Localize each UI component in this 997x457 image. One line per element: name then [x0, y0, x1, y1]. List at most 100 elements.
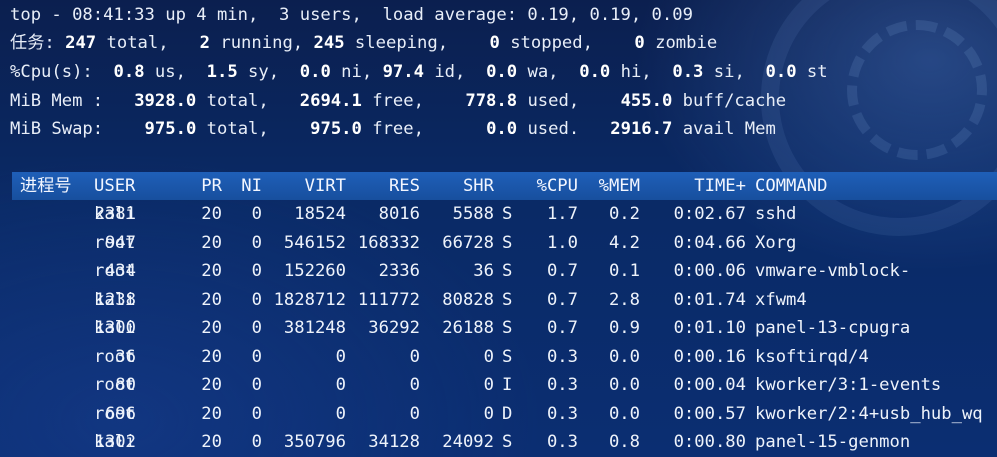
mem-line: MiB Mem : 3928.0 total, 2694.1 free, 778…: [10, 91, 787, 111]
terminal-window[interactable]: top - 08:41:33 up 4 min, 3 users, load a…: [0, 0, 997, 457]
tasks-total-label: total,: [106, 33, 169, 53]
cell-s: S: [502, 261, 513, 281]
cell-ni: 0: [251, 318, 262, 338]
cell-mem: 0.0: [608, 346, 640, 367]
cell-command: xfwm4: [755, 289, 807, 310]
column-header-pid[interactable]: 进程号: [20, 172, 72, 200]
cell-res: 2336: [378, 261, 420, 281]
column-header-cpu[interactable]: %CPU: [520, 172, 578, 200]
cell-virt: 0: [335, 403, 346, 424]
column-header-shr[interactable]: SHR: [420, 172, 494, 200]
cpu-id-value: 97.4: [382, 62, 424, 82]
column-header-res[interactable]: RES: [346, 172, 420, 200]
cell-virt: 546152: [283, 232, 346, 253]
cell-res: 168332: [357, 232, 420, 253]
cell-mem: 0.1: [608, 261, 640, 281]
cell-pr: 20: [201, 204, 222, 224]
cell-user: kali: [94, 204, 136, 224]
cell-time: 0:04.66: [673, 232, 746, 253]
cell-pr: 20: [201, 375, 222, 395]
cpu-label: %Cpu(s):: [10, 62, 93, 82]
cell-cpu: 0.7: [546, 261, 578, 281]
cell-cpu: 0.7: [546, 318, 578, 338]
cell-ni: 0: [251, 261, 262, 281]
cpu-us-value: 0.8: [113, 62, 145, 82]
cell-cpu: 0.3: [546, 403, 578, 424]
cell-mem: 0.0: [608, 375, 640, 395]
tasks-label: 任务:: [10, 33, 55, 53]
column-header-command[interactable]: COMMAND: [755, 172, 827, 200]
cell-shr: 24092: [442, 432, 494, 452]
cell-cpu: 1.0: [546, 232, 578, 253]
cell-virt: 0: [335, 375, 346, 395]
cell-res: 111772: [357, 289, 420, 310]
cell-time: 0:00.06: [673, 261, 746, 281]
cell-s: S: [502, 289, 513, 310]
cpu-line: %Cpu(s): 0.8 us, 1.5 sy, 0.0 ni, 97.4 id…: [10, 62, 828, 82]
cell-ni: 0: [251, 346, 262, 367]
tasks-stopped-value: 0: [489, 33, 500, 53]
cell-mem: 0.8: [608, 432, 640, 452]
cell-cpu: 0.7: [546, 289, 578, 310]
cell-res: 0: [409, 403, 420, 424]
column-header-virt[interactable]: VIRT: [266, 172, 346, 200]
cpu-hi-value: 0.0: [579, 62, 611, 82]
cell-pr: 20: [201, 289, 222, 310]
cell-s: I: [502, 375, 513, 395]
cell-cpu: 0.3: [546, 375, 578, 395]
cell-shr: 0: [483, 403, 494, 424]
cell-s: S: [502, 232, 513, 253]
cell-s: S: [502, 346, 513, 367]
cell-ni: 0: [251, 375, 262, 395]
column-header-user[interactable]: USER: [94, 172, 135, 200]
column-header-time[interactable]: TIME+: [644, 172, 746, 200]
cell-command: ksoftirqd/4: [755, 346, 869, 367]
cell-user: root: [94, 232, 136, 253]
cell-user: kali: [94, 318, 136, 338]
cell-mem: 2.8: [608, 289, 640, 310]
background-gear-decoration: [847, 20, 987, 160]
cell-virt: 381248: [283, 318, 346, 338]
cell-command: Xorg: [755, 232, 797, 253]
cell-cpu: 1.7: [546, 204, 578, 224]
cell-shr: 26188: [442, 318, 494, 338]
cpu-si-value: 0.3: [672, 62, 704, 82]
cell-command: kworker/3:1-events: [755, 375, 942, 395]
cell-shr: 66728: [442, 232, 494, 253]
cell-mem: 0.0: [608, 403, 640, 424]
cell-shr: 80828: [442, 289, 494, 310]
swap-avail-value: 2916.7: [610, 119, 673, 139]
column-header-ni[interactable]: NI: [226, 172, 262, 200]
swap-free-value: 975.0: [310, 119, 362, 139]
tasks-zombie-label: zombie: [655, 33, 718, 53]
cell-res: 0: [409, 375, 420, 395]
cell-ni: 0: [251, 432, 262, 452]
cell-shr: 5588: [452, 204, 494, 224]
column-header-mem[interactable]: %MEM: [582, 172, 640, 200]
cell-time: 0:00.16: [673, 346, 746, 367]
cell-user: root: [94, 403, 136, 424]
cell-virt: 0: [335, 346, 346, 367]
cell-shr: 0: [483, 375, 494, 395]
cell-time: 0:02.67: [673, 204, 746, 224]
cell-mem: 0.2: [608, 204, 640, 224]
cell-s: D: [502, 403, 513, 424]
cell-s: S: [502, 432, 513, 452]
mem-label: MiB Mem :: [10, 91, 104, 111]
swap-used-value: 0.0: [486, 119, 518, 139]
cpu-sy-value: 1.5: [206, 62, 238, 82]
cell-res: 0: [409, 346, 420, 367]
cell-shr: 0: [483, 346, 494, 367]
cell-time: 0:01.10: [673, 318, 746, 338]
cell-time: 0:00.80: [673, 432, 746, 452]
cell-s: S: [502, 204, 513, 224]
cell-ni: 0: [251, 204, 262, 224]
cell-shr: 36: [473, 261, 494, 281]
cell-command: panel-15-genmon: [755, 432, 911, 452]
cpu-ni-value: 0.0: [299, 62, 331, 82]
cell-command: kworker/2:4+usb_hub_wq: [755, 403, 983, 424]
cell-res: 8016: [378, 204, 420, 224]
cell-command: sshd: [755, 204, 797, 224]
cpu-st-value: 0.0: [765, 62, 797, 82]
column-header-pr[interactable]: PR: [182, 172, 222, 200]
